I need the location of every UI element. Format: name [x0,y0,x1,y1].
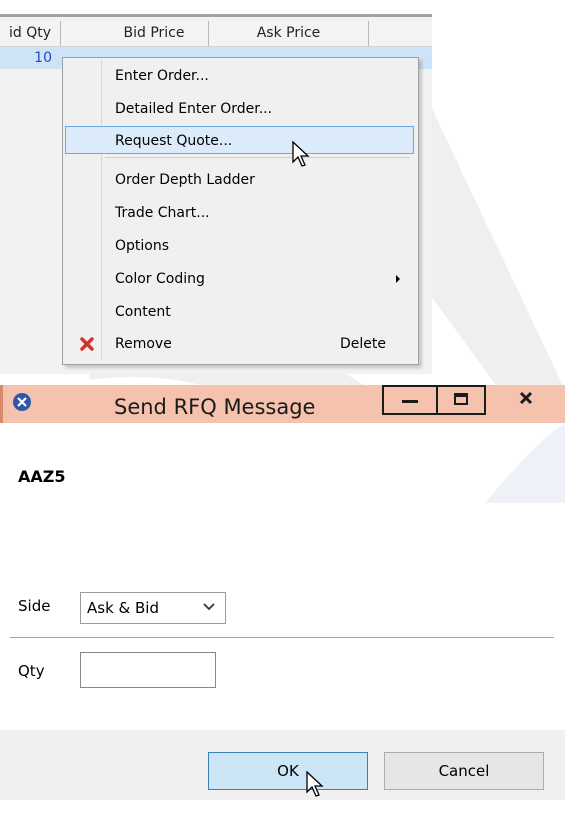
menu-item-enter-order[interactable]: Enter Order... [65,62,414,90]
chevron-down-icon [203,603,215,611]
menu-item-label: Content [115,304,171,320]
menu-item-trade-chart[interactable]: Trade Chart... [65,199,414,227]
side-label: Side [18,597,51,615]
menu-separator [105,157,410,158]
menu-item-options[interactable]: Options [65,232,414,260]
minimize-button[interactable] [382,385,436,415]
red-x-icon [80,337,94,351]
menu-item-order-depth-ladder[interactable]: Order Depth Ladder [65,166,414,194]
close-button[interactable] [486,385,565,415]
side-select-value: Ask & Bid [87,599,159,617]
grid-header: id Qty Bid Price Ask Price [0,21,432,47]
symbol-label: AAZ5 [18,467,66,486]
divider [10,637,554,638]
close-icon [519,391,533,405]
qty-label: Qty [18,662,45,680]
menu-item-label: Remove [115,336,172,352]
qty-input[interactable] [80,652,216,688]
menu-item-content[interactable]: Content [65,298,414,326]
menu-item-label: Color Coding [115,271,205,287]
grid-top-border [0,14,432,17]
menu-item-label: Detailed Enter Order... [115,101,273,117]
bid-qty-cell: 10 [34,50,52,66]
maximize-icon [454,393,468,405]
decorative-glow [485,423,565,503]
menu-item-label: Trade Chart... [115,205,210,221]
ok-button[interactable]: OK [208,752,368,790]
side-select[interactable]: Ask & Bid [80,592,226,624]
menu-shortcut: Delete [340,336,386,352]
cancel-button[interactable]: Cancel [384,752,544,790]
app-icon [13,393,31,411]
menu-item-label: Order Depth Ladder [115,172,255,188]
menu-item-detailed-enter-order[interactable]: Detailed Enter Order... [65,95,414,123]
menu-item-color-coding[interactable]: Color Coding [65,265,414,293]
column-header-bid-qty[interactable]: id Qty [0,21,61,46]
minimize-icon [402,400,418,403]
menu-item-request-quote[interactable]: Request Quote... [65,126,414,154]
mouse-cursor-icon [306,770,324,797]
menu-item-label: Request Quote... [115,133,233,149]
menu-item-label: Options [115,238,170,254]
column-header-bid-price[interactable]: Bid Price [100,21,209,46]
submenu-arrow-icon [396,275,400,283]
context-menu: Enter Order... Detailed Enter Order... R… [62,57,419,365]
menu-item-remove[interactable]: Remove Delete [65,330,414,358]
mouse-cursor-icon [292,140,310,167]
dialog-titlebar[interactable]: Send RFQ Message [0,385,565,423]
menu-item-label: Enter Order... [115,68,209,84]
column-header-ask-price[interactable]: Ask Price [209,21,369,46]
maximize-button[interactable] [436,385,486,415]
